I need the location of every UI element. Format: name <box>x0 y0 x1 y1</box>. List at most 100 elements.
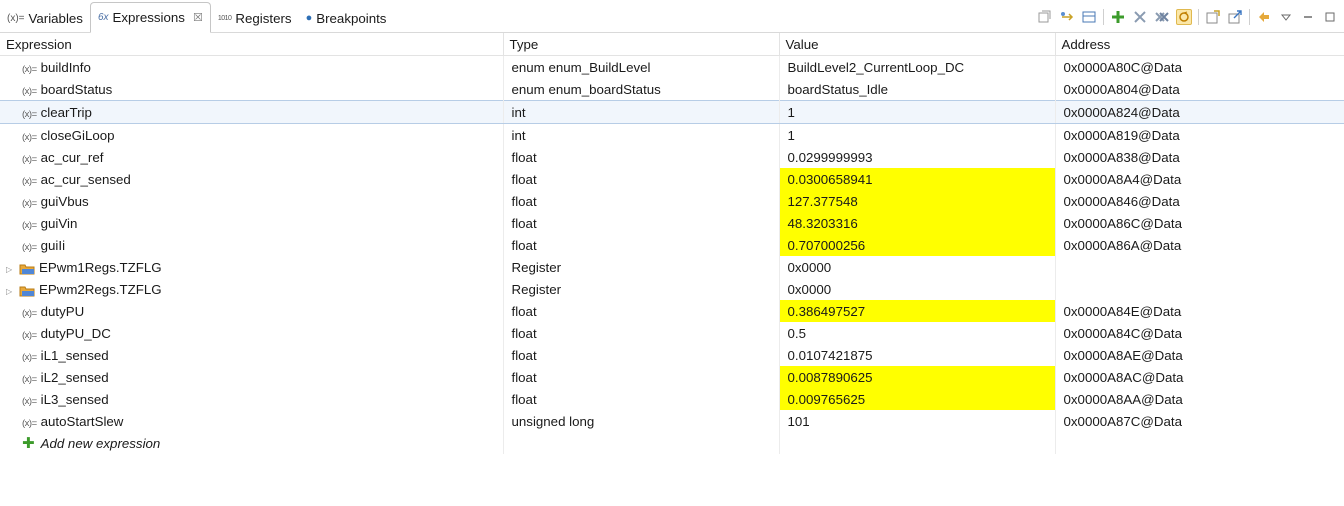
add-expression-row[interactable]: ✚ Add new expression <box>0 432 1344 454</box>
continuous-refresh-icon[interactable] <box>1176 9 1192 25</box>
table-row[interactable]: (x)= guiVin float 48.3203316 0x0000A86C@D… <box>0 212 1344 234</box>
expression-cell[interactable]: (x)= iL3_sensed <box>0 388 504 410</box>
add-expression-cell[interactable]: ✚ Add new expression <box>0 432 504 454</box>
add-icon[interactable] <box>1110 9 1126 25</box>
type-cell: Register <box>503 278 780 300</box>
variable-icon: (x)= <box>22 351 37 363</box>
tab-expressions-label: Expressions <box>112 10 185 25</box>
value-cell[interactable]: 0.5 <box>779 322 1056 344</box>
type-cell: float <box>503 190 780 212</box>
expression-cell[interactable]: (x)= ac_cur_ref <box>0 146 504 168</box>
value-cell[interactable]: 1 <box>779 100 1056 124</box>
type-cell: float <box>503 322 780 344</box>
type-cell <box>503 432 780 454</box>
remove-icon[interactable] <box>1132 9 1148 25</box>
expression-cell[interactable]: (x)= clearTrip <box>0 100 504 124</box>
expression-cell[interactable]: (x)= closeGiLoop <box>0 123 504 146</box>
new-window-icon[interactable] <box>1205 9 1221 25</box>
value-cell[interactable]: 0x0000 <box>779 256 1056 278</box>
toolbar-separator <box>1249 9 1250 25</box>
type-cell: int <box>503 123 780 146</box>
column-header-type[interactable]: Type <box>503 33 780 56</box>
tab-registers[interactable]: 1010 Registers <box>211 4 299 32</box>
table-row[interactable]: (x)= autoStartSlew unsigned long 101 0x00… <box>0 410 1344 432</box>
table-row[interactable]: ▷ EPwm2Regs.TZFLG Register 0x0000 <box>0 278 1344 300</box>
table-row[interactable]: (x)= iL3_sensed float 0.009765625 0x0000A… <box>0 388 1344 410</box>
column-header-expression[interactable]: Expression <box>0 33 504 56</box>
table-row[interactable]: (x)= boardStatus enum enum_boardStatus bo… <box>0 78 1344 101</box>
table-row[interactable]: (x)= iL2_sensed float 0.0087890625 0x0000… <box>0 366 1344 388</box>
table-row[interactable]: ▷ EPwm1Regs.TZFLG Register 0x0000 <box>0 256 1344 278</box>
type-cell: int <box>503 100 780 124</box>
view-menu-icon[interactable] <box>1278 9 1294 25</box>
expand-arrow-icon[interactable]: ▷ <box>6 265 16 274</box>
value-cell-changed[interactable]: 0.707000256 <box>779 234 1056 256</box>
expression-cell[interactable]: (x)= boardStatus <box>0 78 504 101</box>
register-icon <box>19 264 35 274</box>
variables-icon: (x)= <box>7 12 25 24</box>
expression-cell[interactable]: (x)= dutyPU <box>0 300 504 322</box>
column-header-address[interactable]: Address <box>1055 33 1344 56</box>
maximize-icon[interactable] <box>1322 9 1338 25</box>
type-cell: float <box>503 388 780 410</box>
expression-cell[interactable]: ▷ EPwm1Regs.TZFLG <box>0 256 504 278</box>
value-cell[interactable]: BuildLevel2_CurrentLoop_DC <box>779 55 1056 78</box>
table-row[interactable]: (x)= guiIi float 0.707000256 0x0000A86A@D… <box>0 234 1344 256</box>
value-cell[interactable]: 0x0000 <box>779 278 1056 300</box>
expression-cell[interactable]: (x)= guiIi <box>0 234 504 256</box>
address-cell: 0x0000A8AA@Data <box>1055 388 1344 410</box>
variable-icon: (x)= <box>22 417 37 429</box>
address-cell: 0x0000A86A@Data <box>1055 234 1344 256</box>
tab-breakpoints-label: Breakpoints <box>316 10 387 26</box>
table-row[interactable]: (x)= buildInfo enum enum_BuildLevel Build… <box>0 55 1344 78</box>
value-cell[interactable]: 1 <box>779 123 1056 146</box>
address-cell <box>1055 278 1344 300</box>
value-cell-changed[interactable]: 0.0300658941 <box>779 168 1056 190</box>
expression-cell[interactable]: (x)= ac_cur_sensed <box>0 168 504 190</box>
value-cell-changed[interactable]: 0.386497527 <box>779 300 1056 322</box>
type-cell: float <box>503 146 780 168</box>
table-row[interactable]: (x)= closeGiLoop int 1 0x0000A819@Data <box>0 123 1344 146</box>
tab-expressions[interactable]: 6x Expressions ☒ <box>89 2 211 33</box>
expression-cell[interactable]: (x)= iL1_sensed <box>0 344 504 366</box>
table-row[interactable]: (x)= ac_cur_sensed float 0.0300658941 0x0… <box>0 168 1344 190</box>
table-row[interactable]: (x)= iL1_sensed float 0.0107421875 0x0000… <box>0 344 1344 366</box>
value-cell-changed[interactable]: 0.0087890625 <box>779 366 1056 388</box>
link-icon[interactable] <box>1059 9 1075 25</box>
column-header-value[interactable]: Value <box>779 33 1056 56</box>
sync-icon[interactable] <box>1256 9 1272 25</box>
table-row[interactable]: (x)= dutyPU float 0.386497527 0x0000A84E@… <box>0 300 1344 322</box>
expression-cell[interactable]: (x)= dutyPU_DC <box>0 322 504 344</box>
value-cell[interactable]: 0.0299999993 <box>779 146 1056 168</box>
table-row[interactable]: (x)= ac_cur_ref float 0.0299999993 0x0000… <box>0 146 1344 168</box>
toolbar-separator <box>1198 9 1199 25</box>
address-cell: 0x0000A86C@Data <box>1055 212 1344 234</box>
expression-cell[interactable]: (x)= guiVbus <box>0 190 504 212</box>
value-cell-changed[interactable]: 127.377548 <box>779 190 1056 212</box>
value-cell[interactable]: 0.0107421875 <box>779 344 1056 366</box>
type-cell: Register <box>503 256 780 278</box>
table-row[interactable]: (x)= guiVbus float 127.377548 0x0000A846@… <box>0 190 1344 212</box>
close-icon[interactable]: ☒ <box>193 11 203 24</box>
breakpoints-icon: ● <box>305 12 313 24</box>
tab-variables[interactable]: (x)= Variables <box>0 4 90 32</box>
expand-arrow-icon[interactable]: ▷ <box>6 287 16 296</box>
type-cell: float <box>503 344 780 366</box>
expression-cell[interactable]: (x)= guiVin <box>0 212 504 234</box>
table-row[interactable]: (x)= dutyPU_DC float 0.5 0x0000A84C@Data <box>0 322 1344 344</box>
value-cell-changed[interactable]: 48.3203316 <box>779 212 1056 234</box>
value-cell[interactable]: 101 <box>779 410 1056 432</box>
expression-cell[interactable]: (x)= buildInfo <box>0 55 504 78</box>
minimize-icon[interactable] <box>1300 9 1316 25</box>
export-icon[interactable] <box>1227 9 1243 25</box>
tab-breakpoints[interactable]: ● Breakpoints <box>299 4 394 32</box>
collapse-all-icon[interactable] <box>1037 9 1053 25</box>
remove-all-icon[interactable] <box>1154 9 1170 25</box>
value-cell[interactable]: boardStatus_Idle <box>779 78 1056 101</box>
value-cell-changed[interactable]: 0.009765625 <box>779 388 1056 410</box>
expression-cell[interactable]: (x)= autoStartSlew <box>0 410 504 432</box>
layout-icon[interactable] <box>1081 9 1097 25</box>
expression-cell[interactable]: (x)= iL2_sensed <box>0 366 504 388</box>
table-row-selected[interactable]: (x)= clearTrip int 1 0x0000A824@Data <box>0 100 1344 124</box>
expression-cell[interactable]: ▷ EPwm2Regs.TZFLG <box>0 278 504 300</box>
